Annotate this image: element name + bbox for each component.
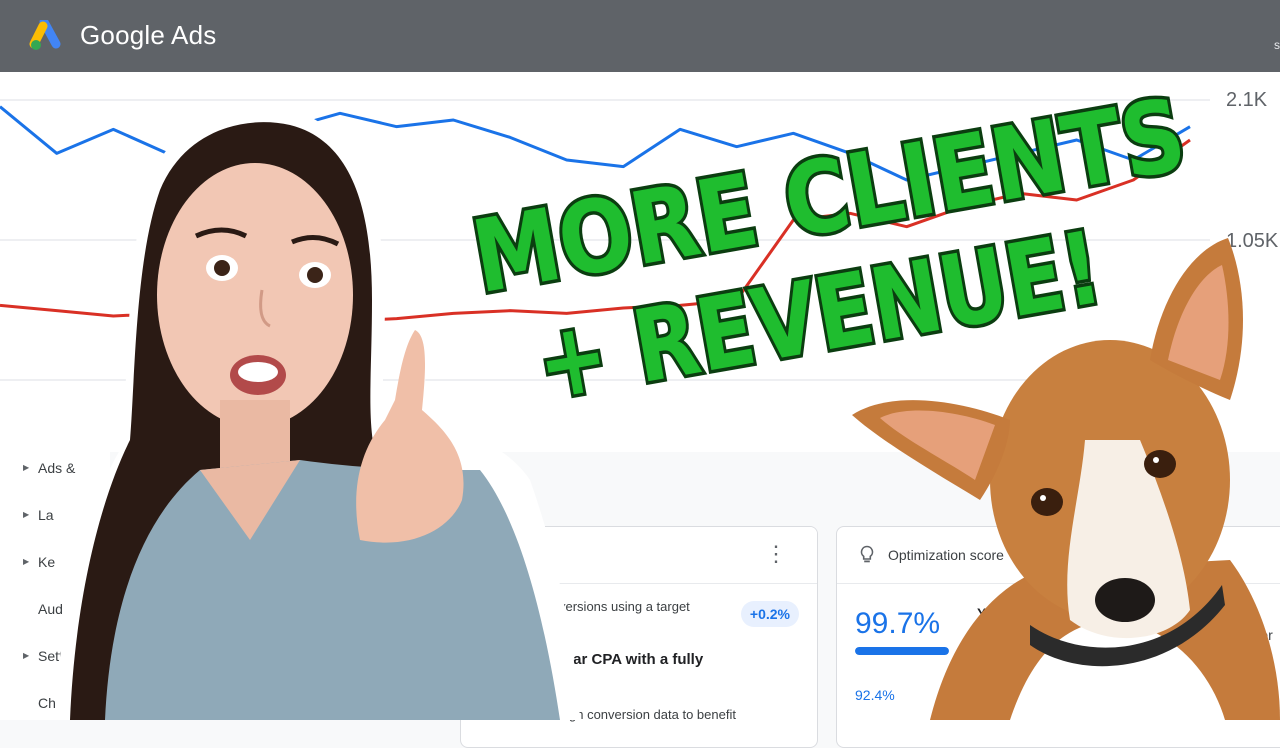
- headline-overlay: MORE CLIENTS + REVENUE!: [461, 72, 1197, 426]
